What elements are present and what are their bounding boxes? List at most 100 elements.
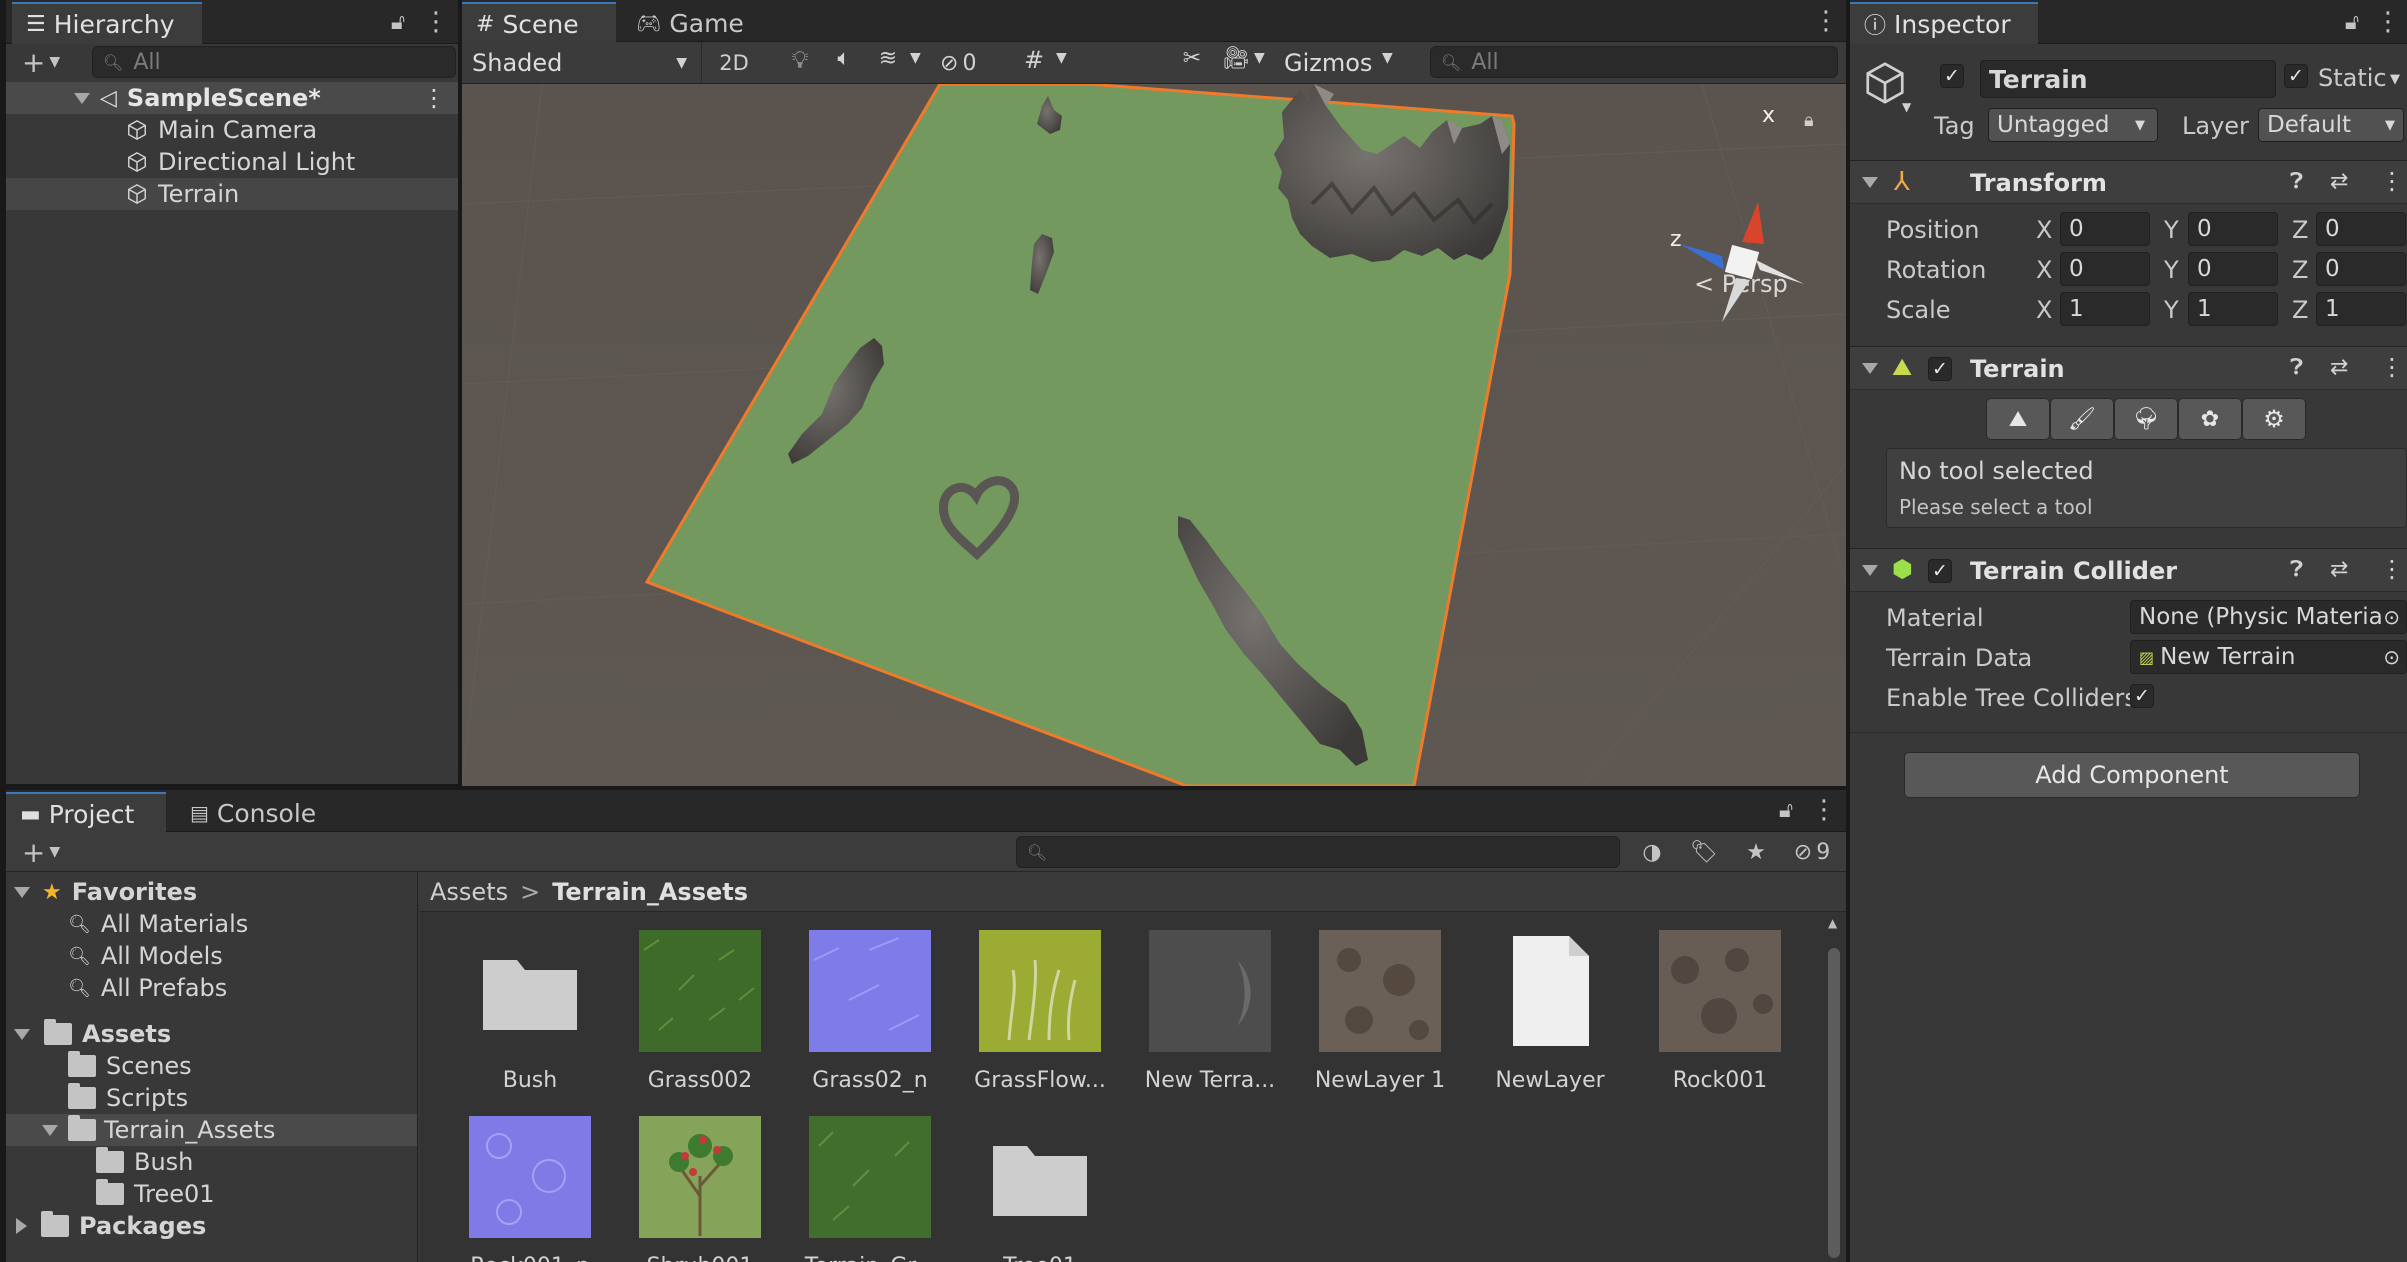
position-x-field[interactable]: 0 [2060,212,2150,246]
scene-viewport[interactable]: x z < Persp 🔒︎ [462,84,1846,786]
hierarchy-item-main-camera[interactable]: Main Camera [6,114,458,146]
paint-brush-tool-icon[interactable]: 🖌︎ [2050,398,2114,440]
paint-trees-tool-icon[interactable]: 🌳︎ [2114,398,2178,440]
collapse-arrow-icon[interactable] [16,1218,27,1234]
terrain-settings-gear-icon[interactable]: ⚙︎ [2242,398,2306,440]
rotation-y-field[interactable]: 0 [2188,252,2278,286]
more-menu-icon[interactable]: ⋮ [1813,6,1839,36]
preset-icon[interactable]: ⇄ [2330,355,2348,380]
asset-grassflow[interactable]: GrassFlow... [960,930,1120,1093]
terrain-collider-header[interactable]: ⬢ ✓ Terrain Collider ❓︎ ⇄ ⋮ [1850,548,2407,592]
scene-search[interactable]: 🔍︎ [1430,46,1838,78]
terrain-enabled-checkbox[interactable]: ✓ [1928,357,1952,381]
tree-fav-all-materials[interactable]: 🔍︎ All Materials [6,908,417,940]
component-more-icon[interactable]: ⋮ [2380,353,2404,381]
material-field[interactable]: None (Physic Materia ⊙ [2130,600,2407,634]
asset-newlayer[interactable]: NewLayer [1470,930,1630,1093]
tree-scenes[interactable]: Scenes [6,1050,417,1082]
position-y-field[interactable]: 0 [2188,212,2278,246]
grid-snap-icon[interactable]: # [1014,46,1054,80]
hidden-objects-toggle[interactable]: ⊘ 0 [940,46,1006,80]
expand-arrow-icon[interactable] [14,886,30,898]
tab-project[interactable]: ▬ Project [6,792,166,834]
transform-header[interactable]: ⅄ Transform ❓︎ ⇄ ⋮ [1850,160,2407,204]
mode-2d-toggle[interactable]: 2D [712,46,756,80]
effects-toggle-icon[interactable]: ≋ [868,46,908,80]
tree-fav-all-prefabs[interactable]: 🔍︎ All Prefabs [6,972,417,1004]
tree-terrain-assets[interactable]: Terrain_Assets [6,1114,417,1146]
grid-dropdown-icon[interactable]: ▼ [1056,50,1080,80]
hierarchy-search[interactable]: 🔍︎ [92,46,456,78]
hierarchy-item-directional-light[interactable]: Directional Light [6,146,458,178]
breadcrumb-assets[interactable]: Assets [430,878,508,906]
help-icon[interactable]: ❓︎ [2290,355,2303,380]
asset-scrollbar[interactable]: ▲ [1826,916,1842,1262]
add-object-button[interactable]: + ▼ [14,46,68,79]
scroll-thumb[interactable] [1828,948,1840,1258]
tree-fav-all-models[interactable]: 🔍︎ All Models [6,940,417,972]
scene-row[interactable]: ◁ SampleScene* ⋮ [6,82,458,114]
tab-hierarchy[interactable]: ☰ Hierarchy [12,2,202,44]
collider-enabled-checkbox[interactable]: ✓ [1928,559,1952,583]
tab-game[interactable]: 🎮︎ Game [622,2,752,44]
scene-more-icon[interactable]: ⋮ [422,84,446,112]
project-search-input[interactable] [1057,839,1619,865]
tab-console[interactable]: ▤ Console [176,792,336,834]
asset-tree01[interactable]: Tree01 [960,1116,1120,1262]
gizmo-lock-icon[interactable]: 🔒︎ [1804,110,1814,131]
expand-arrow-icon[interactable] [1862,565,1878,576]
hierarchy-item-terrain[interactable]: Terrain [6,178,458,210]
scale-x-field[interactable]: 1 [2060,292,2150,326]
tree-colliders-checkbox[interactable]: ✓ [2130,684,2154,708]
paint-details-tool-icon[interactable]: ✿ [2178,398,2242,440]
terrain-data-field[interactable]: ▨ New Terrain ⊙ [2130,640,2407,674]
add-component-button[interactable]: Add Component [1904,752,2360,798]
favorite-star-icon[interactable]: ★ [1736,836,1776,868]
tree-assets[interactable]: Assets [6,1018,417,1050]
help-icon[interactable]: ❓︎ [2290,169,2303,194]
tree-scripts[interactable]: Scripts [6,1082,417,1114]
gizmos-button[interactable]: Gizmos [1284,46,1374,80]
rotation-x-field[interactable]: 0 [2060,252,2150,286]
scene-search-input[interactable] [1471,49,1837,75]
asset-bush[interactable]: Bush [450,930,610,1093]
search-by-type-icon[interactable]: ◑ [1632,836,1672,868]
more-menu-icon[interactable]: ⋮ [2375,7,2401,37]
lock-icon[interactable]: 🔓︎ [1772,796,1800,824]
asset-newlayer-1[interactable]: NewLayer 1 [1300,930,1460,1093]
project-search[interactable]: 🔍︎ [1016,836,1620,868]
audio-toggle-icon[interactable]: 🔈︎ [824,46,864,80]
tree-favorites[interactable]: ★ Favorites [6,876,417,908]
expand-arrow-icon[interactable] [14,1028,30,1040]
preset-icon[interactable]: ⇄ [2330,169,2348,194]
gizmos-dropdown-icon[interactable]: ▼ [1382,50,1406,80]
static-checkbox[interactable]: ✓ [2284,64,2308,88]
expand-arrow-icon[interactable] [42,1124,58,1136]
raise-terrain-tool-icon[interactable]: ⛰︎ [1986,398,2050,440]
hierarchy-search-input[interactable] [133,49,455,75]
lighting-toggle-icon[interactable]: 💡︎ [780,46,820,80]
hidden-packages-toggle[interactable]: ⊘ 9 [1782,836,1842,868]
component-more-icon[interactable]: ⋮ [2380,167,2404,195]
tree-bush[interactable]: Bush [6,1146,417,1178]
rotation-z-field[interactable]: 0 [2316,252,2406,286]
tag-dropdown[interactable]: Untagged ▼ [1988,108,2158,142]
camera-dropdown-icon[interactable]: ▼ [1254,50,1278,80]
search-by-label-icon[interactable]: 🏷︎ [1684,836,1724,868]
expand-arrow-icon[interactable] [1862,363,1878,374]
projection-label[interactable]: < Persp [1694,270,1788,298]
more-menu-icon[interactable]: ⋮ [1811,795,1837,825]
preset-icon[interactable]: ⇄ [2330,557,2348,582]
help-icon[interactable]: ❓︎ [2290,557,2303,582]
layer-dropdown[interactable]: Default ▼ [2258,108,2404,142]
create-asset-button[interactable]: + ▼ [14,834,68,870]
object-picker-icon[interactable]: ⊙ [2383,605,2400,629]
scale-y-field[interactable]: 1 [2188,292,2278,326]
object-picker-icon[interactable]: ⊙ [2383,645,2400,669]
expand-arrow-icon[interactable] [74,92,90,104]
asset-shrub001[interactable]: Shrub001 [620,1116,780,1262]
asset-terrain-grass[interactable]: Terrain_Gr... [790,1116,950,1262]
lock-icon[interactable]: 🔓︎ [2338,8,2366,36]
asset-rock001-n[interactable]: Rock001_n [450,1116,610,1262]
tree-packages[interactable]: Packages [6,1210,417,1242]
